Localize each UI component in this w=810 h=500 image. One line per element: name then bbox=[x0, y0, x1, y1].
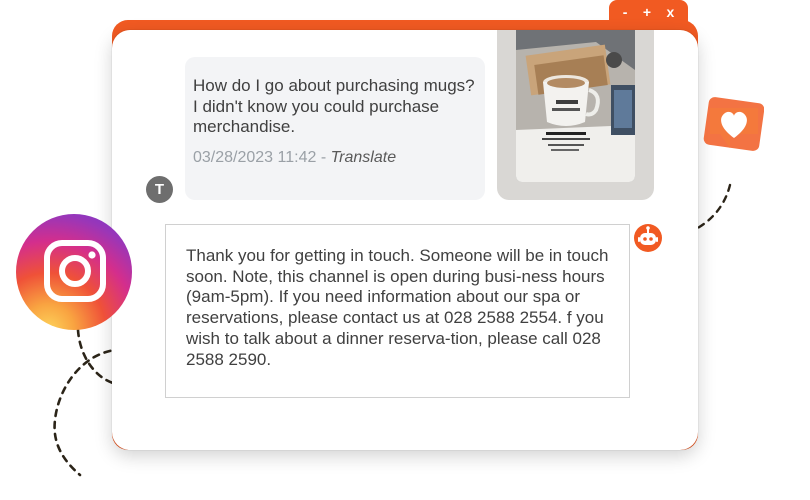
meta-separator: - bbox=[316, 148, 331, 166]
bot-avatar bbox=[634, 224, 662, 252]
user-message-text: How do I go about purchasing mugs? I did… bbox=[193, 76, 475, 136]
user-avatar: T bbox=[146, 176, 173, 203]
maximize-button[interactable]: + bbox=[643, 5, 651, 19]
minimize-button[interactable]: - bbox=[623, 5, 628, 19]
instagram-icon bbox=[16, 214, 132, 330]
close-button[interactable]: x bbox=[666, 5, 674, 19]
message-timestamp: 03/28/2023 11:42 bbox=[193, 148, 317, 166]
bot-message-bubble: Thank you for getting in touch. Someone … bbox=[165, 224, 630, 398]
user-message-bubble: How do I go about purchasing mugs? I did… bbox=[185, 57, 485, 200]
message-meta: 03/28/2023 11:42 - Translate bbox=[193, 149, 477, 167]
window-controls: - + x bbox=[609, 0, 688, 24]
attachment-photo[interactable] bbox=[516, 30, 635, 182]
bot-message-text: Thank you for getting in touch. Someone … bbox=[186, 246, 609, 369]
mug-photo-image bbox=[516, 30, 635, 182]
heart-icon bbox=[700, 94, 765, 156]
bot-icon bbox=[638, 226, 658, 245]
translate-link[interactable]: Translate bbox=[331, 149, 397, 166]
